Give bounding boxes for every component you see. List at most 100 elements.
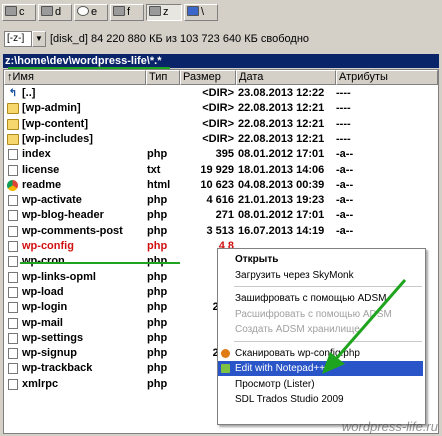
file-name: [wp-includes] [22,132,93,145]
file-name: wp-blog-header [22,209,104,222]
file-date: 08.01.2012 17:01 [238,148,325,161]
menu-item[interactable]: Открыть [218,252,423,267]
chevron-down-icon[interactable]: ▼ [32,31,46,47]
watermark: wordpress-life.ru [341,419,438,434]
drive-label: z [163,6,169,18]
menu-item-label: Зашифровать с помощью ADSM [235,293,387,304]
current-path[interactable]: z:\home\dev\wordpress-life\*.* [3,54,439,68]
drive-button-z[interactable]: z [146,4,182,21]
file-ext: php [147,255,168,268]
file-size: 3 513 [206,224,234,237]
drive-label: c [19,6,25,18]
drive-label: \ [201,6,205,18]
file-name: [wp-admin] [22,102,81,115]
file-attr: -a-- [336,178,354,191]
file-icon [8,332,18,344]
chrome-icon [7,179,18,191]
drive-icon [149,6,161,16]
file-size: <DIR> [202,117,234,130]
menu-item-label: Загрузить через SkyMonk [235,269,354,281]
menu-item-label: Просмотр (Lister) [235,378,315,390]
menu-item[interactable]: Зашифровать с помощью ADSM [218,291,423,306]
file-ext: php [147,301,168,314]
file-attr: ---- [336,87,351,99]
menu-item[interactable]: Просмотр (Lister) [218,377,423,392]
file-icon [8,317,18,329]
menu-item-label: Расшифровать с помощью ADSM [235,308,392,320]
drive-icon [41,6,53,16]
file-icon [8,363,18,375]
file-size: 4 616 [206,194,234,207]
file-ext: html [147,178,171,191]
file-row[interactable]: ↰ [..] <DIR> 23.08.2013 12:22 ---- [4,86,438,101]
menu-item-label: Edit with Notepad++ [235,363,326,374]
drive-bar: c d e f z \ [0,0,442,26]
drive-icon [113,6,125,16]
file-icon [8,348,18,360]
file-attr: ---- [336,102,351,115]
menu-item[interactable]: SDL Trados Studio 2009 [218,392,423,407]
file-size: <DIR> [202,87,234,99]
file-size: 395 [215,148,234,161]
file-row[interactable]: readme html 10 623 04.08.2013 00:39 -a-- [4,178,438,193]
file-name: [wp-content] [22,117,88,130]
file-ext: php [147,362,168,375]
menu-item-label: Сканировать wp-config.php [235,347,360,359]
file-icon [8,241,18,252]
file-row[interactable]: [wp-content] <DIR> 22.08.2013 12:21 ---- [4,117,438,132]
menu-item[interactable]: Edit with Notepad++ [218,361,423,376]
menu-item[interactable]: Сканировать wp-config.php [218,346,423,361]
file-icon [8,256,18,268]
file-ext: php [147,377,168,390]
drive-label: d [55,6,62,18]
file-ext: php [147,285,168,298]
scan-icon [221,348,230,358]
drive-button-d[interactable]: d [38,4,72,21]
file-size: <DIR> [202,102,234,115]
file-row[interactable]: index php 395 08.01.2012 17:01 -a-- [4,147,438,162]
file-row[interactable]: wp-blog-header php 271 08.01.2012 17:01 -a-- [4,208,438,223]
file-ext: php [147,209,168,222]
drive-button-f[interactable]: f [110,4,144,21]
file-row[interactable]: [wp-includes] <DIR> 22.08.2013 12:21 ---- [4,132,438,147]
menu-separator [234,340,422,342]
file-attr: -a-- [336,209,354,222]
file-name: wp-settings [22,331,84,344]
cdrom-icon [77,6,89,16]
column-header-attr[interactable]: Атрибуты [336,70,438,85]
file-name: wp-mail [22,316,63,329]
file-size: <DIR> [202,132,234,145]
file-size: 10 623 [200,178,234,191]
menu-item: Создать ADSM хранилище [218,322,423,337]
drive-combo[interactable]: [-z-] [4,31,32,47]
file-row[interactable]: wp-activate php 4 616 21.01.2013 19:23 -a-- [4,193,438,208]
column-header-ext[interactable]: Тип [146,70,180,85]
file-name: wp-comments-post [22,224,123,237]
file-attr: -a-- [336,224,354,237]
file-icon [8,149,18,161]
file-name: xmlrpc [22,377,59,390]
file-size: 271 [215,209,234,222]
folder-icon [7,118,19,130]
file-attr: ---- [336,132,351,145]
file-name: wp-signup [22,347,77,360]
file-row[interactable]: [wp-admin] <DIR> 22.08.2013 12:21 ---- [4,101,438,116]
menu-item-label: Создать ADSM хранилище [235,324,360,335]
column-header-date[interactable]: Дата [236,70,336,85]
column-header-name[interactable]: ↑Имя [4,70,146,85]
file-icon [8,286,18,298]
menu-item: Расшифровать с помощью ADSM [218,307,423,322]
file-name: wp-config [22,240,74,252]
column-header-size[interactable]: Размер [180,70,236,85]
drive-button-e[interactable]: e [74,4,108,21]
file-date: 21.01.2013 19:23 [238,194,325,207]
file-row[interactable]: wp-comments-post php 3 513 16.07.2013 14:19… [4,224,438,239]
menu-item[interactable]: Загрузить через SkyMonk [218,268,423,283]
file-ext: php [147,270,168,283]
drive-button-network[interactable]: \ [184,4,218,21]
drive-button-c[interactable]: c [2,4,36,21]
file-name: index [22,148,51,161]
file-ext: php [147,347,168,360]
file-row[interactable]: license txt 19 929 18.01.2013 14:06 -a-- [4,163,438,178]
network-icon [187,6,199,16]
